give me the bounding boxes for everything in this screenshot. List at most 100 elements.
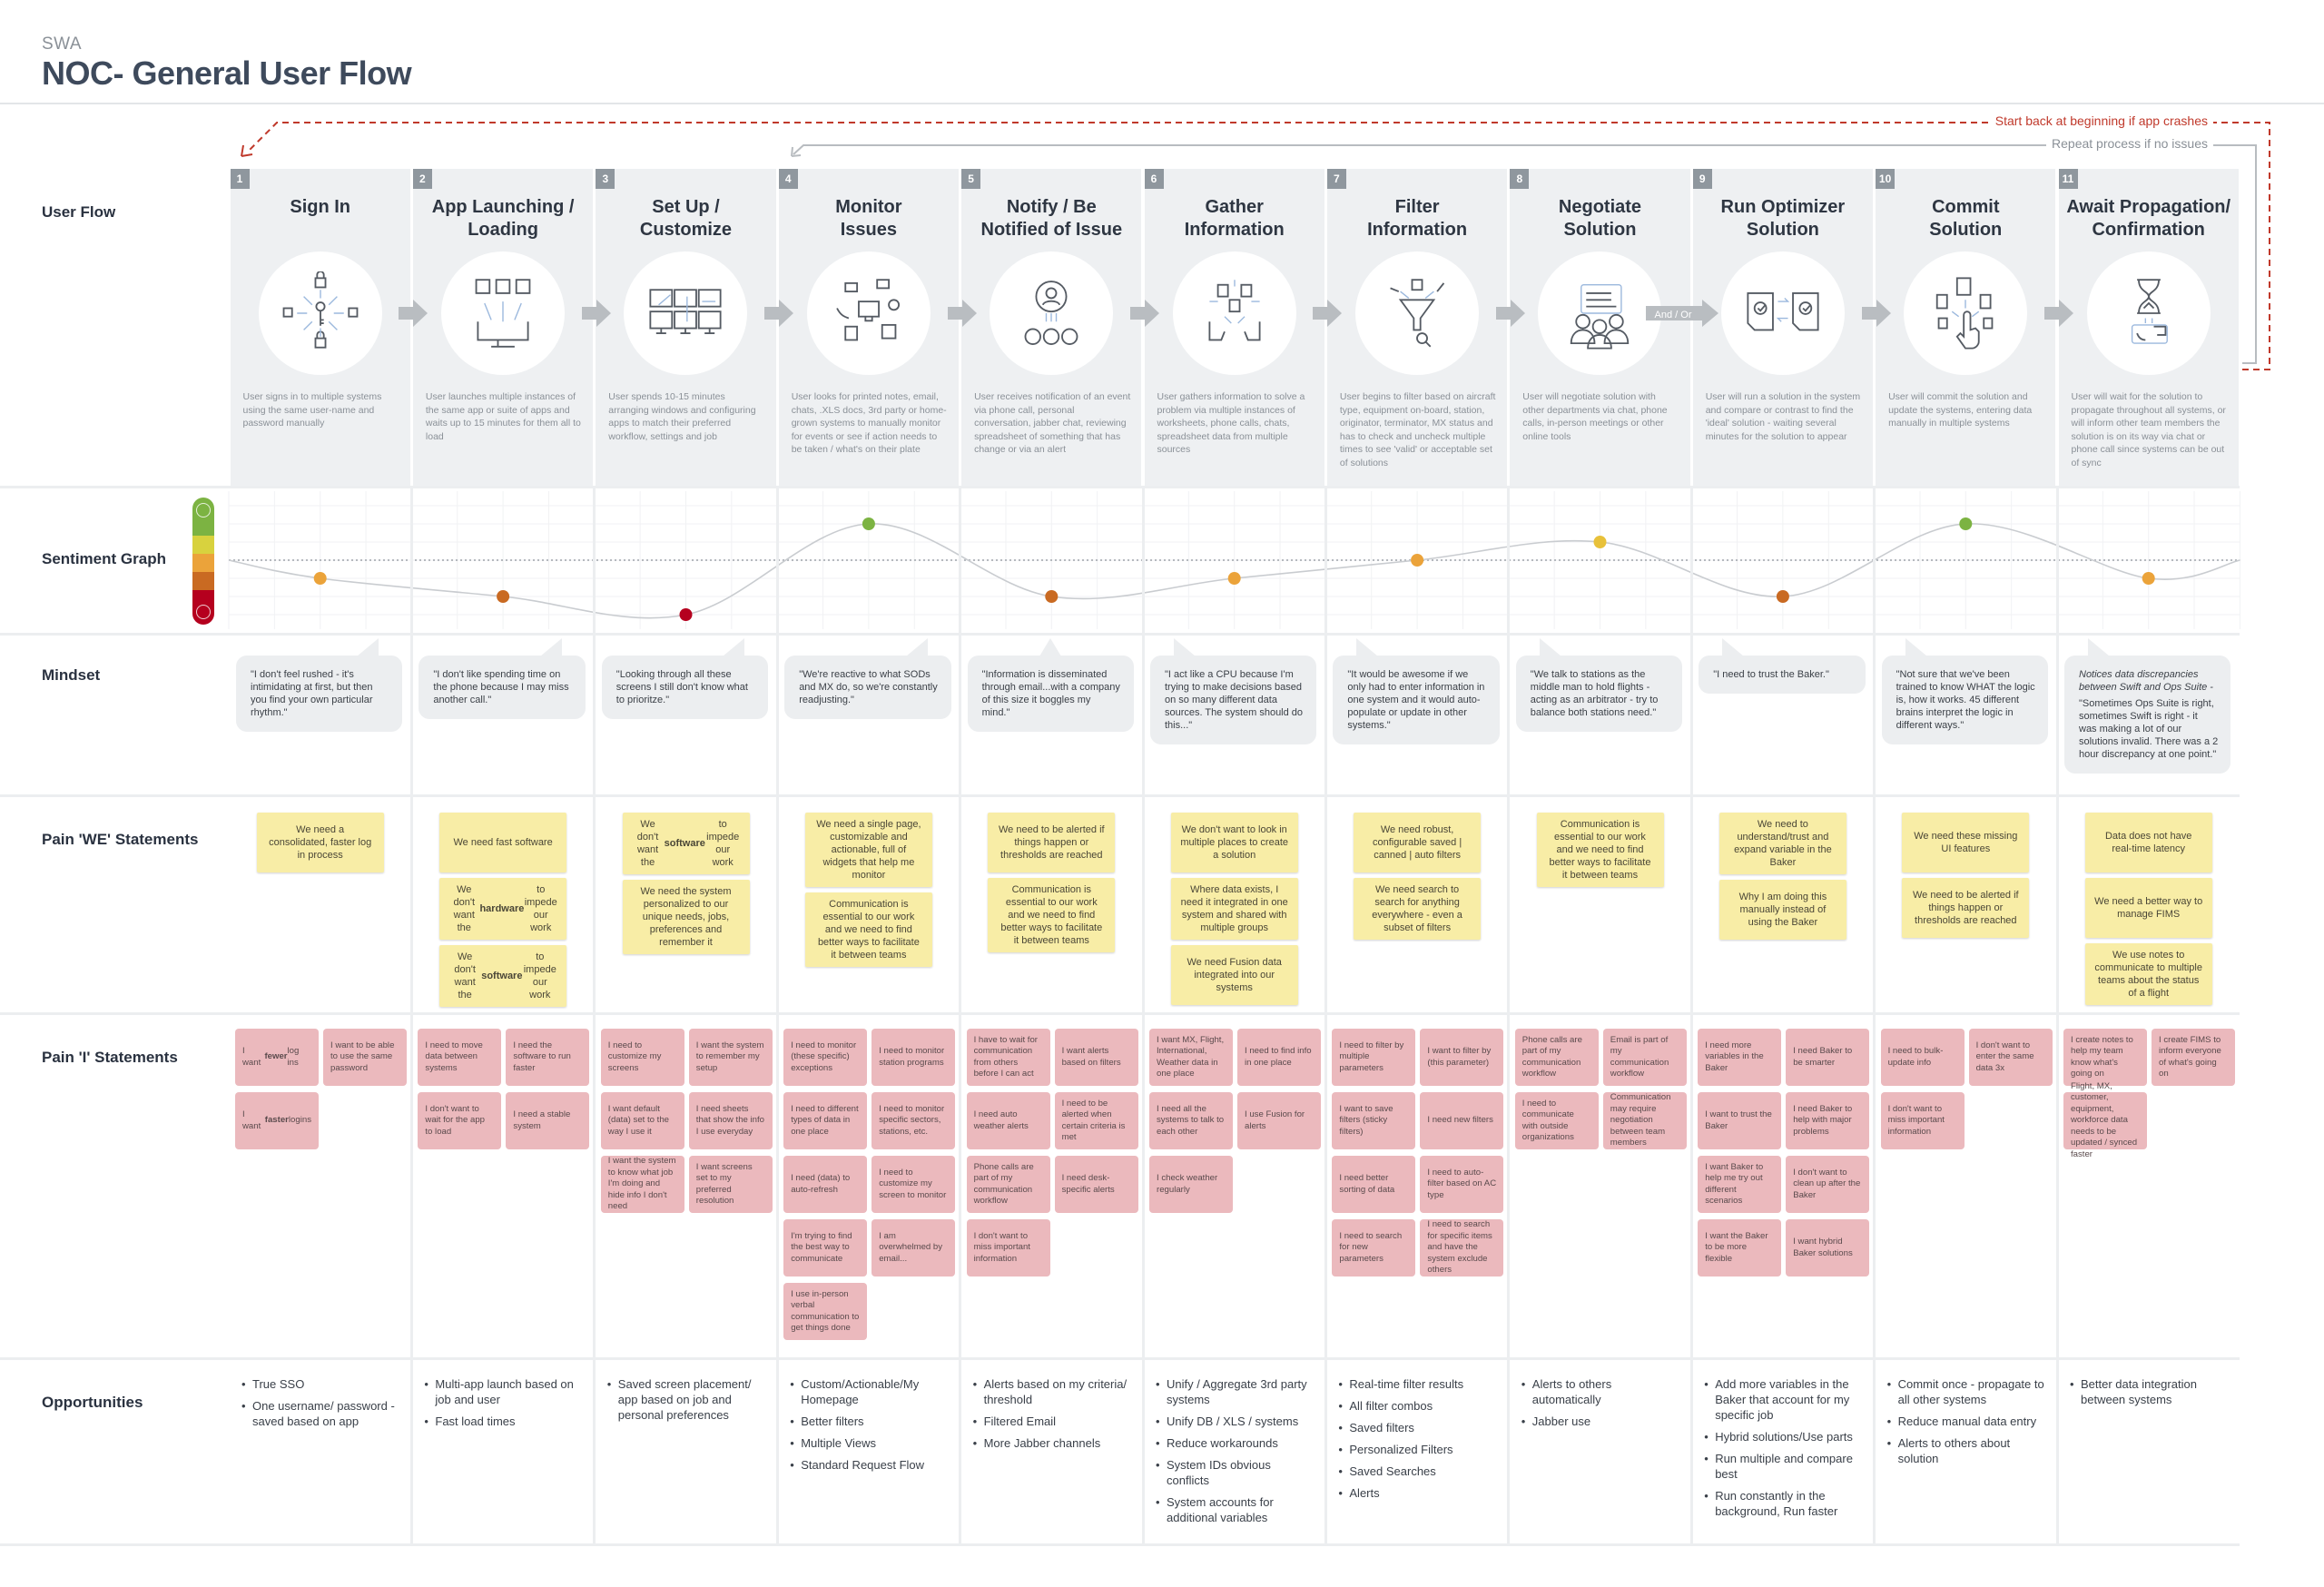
pain-we-note: We need fast software (439, 813, 567, 872)
pain-we-note: We need the system personalized to our u… (622, 880, 750, 954)
opportunities-list: Saved screen placement/ app based on job… (607, 1376, 766, 1429)
pain-i-note: I need Baker to be smarter (1786, 1029, 1870, 1086)
column-divider (1507, 488, 1511, 1543)
step-card: 11 Await Propagation/ Confirmation User wi… (2058, 169, 2239, 486)
column-divider (775, 488, 779, 1543)
flow-arrow-icon (2044, 300, 2073, 327)
bubble-tail (1356, 638, 1379, 656)
flow-arrow-icon (764, 300, 794, 327)
step-illustration (258, 251, 382, 375)
pain-i-note: I need to customize my screen to monitor (872, 1156, 956, 1213)
opportunity-item: Personalized Filters (1338, 1442, 1497, 1457)
pain-i-note: I want the system to know what job I'm d… (600, 1156, 684, 1213)
step-illustration (2086, 251, 2211, 375)
multi-monitor-icon (649, 289, 723, 334)
step-title: Negotiate Solution (1558, 197, 1642, 240)
pain-i-note: I create notes to help my team know what… (2063, 1029, 2147, 1086)
filter-funnel-icon (1390, 279, 1445, 348)
row-label-pain-we: Pain 'WE' Statements (42, 831, 199, 848)
step-number-badge: 8 (1510, 169, 1530, 189)
pain-i-note: I need to monitor (these specific) excep… (783, 1029, 868, 1086)
step-card: 9 Run Optimizer Solution User will run a s… (1692, 169, 1874, 486)
and-or-connector: And / Or (1646, 300, 1719, 327)
pain-we-note: We don't want the software to impede our… (622, 813, 750, 874)
pain-i-note: I want the Baker to be more flexible (1698, 1219, 1782, 1276)
pain-i-note: I want the system to remember my setup (688, 1029, 773, 1086)
opportunity-item: Real-time filter results (1338, 1376, 1497, 1392)
sentiment-point (1776, 590, 1789, 603)
bubble-tail (2088, 638, 2110, 656)
bubble-tail (1722, 638, 1745, 656)
mindset-quote: "Not sure that we've been trained to kno… (1896, 669, 2035, 731)
opportunity-item: Multiple Views (790, 1435, 949, 1451)
opportunity-item: Filtered Email (973, 1414, 1132, 1429)
opportunities-list: Alerts to others automatically Jabber use (1521, 1376, 1680, 1435)
step-card: 4 Monitor Issues User looks for printed no… (778, 169, 960, 486)
pain-we-note: We need Fusion data integrated into our … (1170, 945, 1298, 1005)
mindset-note: Notices data discrepancies between Swift… (2079, 669, 2213, 693)
bubble-tail (723, 638, 745, 656)
mindset-bubble: "We talk to stations as the middle man t… (1515, 638, 1683, 732)
opportunity-item: Hybrid solutions/Use parts (1704, 1429, 1863, 1444)
journey-map: SWA NOC- General User Flow Start back at… (0, 0, 2324, 1587)
pain-we-note: Communication is essential to our work a… (804, 892, 932, 967)
pain-we-note: Why I am doing this manually instead of … (1718, 880, 1846, 940)
flow-arrow-icon (1130, 300, 1159, 327)
opportunity-item: Alerts (1338, 1485, 1497, 1501)
bubble-tail (1905, 638, 1927, 656)
step-title: Sign In (290, 197, 351, 217)
step-card: 1 Sign In User signs in to multiple system… (230, 169, 410, 486)
mindset-quote: "We talk to stations as the middle man t… (1530, 669, 1659, 718)
pain-i-note: I use Fusion for alerts (1237, 1092, 1321, 1149)
pain-i-note: I need to move data between systems (418, 1029, 502, 1086)
pain-i-note: I don't want to miss important informati… (966, 1219, 1050, 1276)
step-number-badge: 11 (2058, 169, 2078, 189)
step-illustration (1720, 251, 1845, 375)
opportunities-list: Commit once - propagate to all other sys… (1887, 1376, 2046, 1473)
step-description: User will run a solution in the system a… (1705, 391, 1861, 442)
pain-i-note: I need to monitor specific sectors, stat… (872, 1092, 956, 1149)
pain-i-note: I need to customize my screens (600, 1029, 684, 1086)
notification-person-icon (1024, 281, 1078, 345)
step-card: 7 Filter Information User begins to filter… (1326, 169, 1508, 486)
pain-we-note: We need robust, configurable saved | can… (1354, 813, 1482, 872)
opportunity-item: Saved Searches (1338, 1464, 1497, 1479)
step-description: User receives notification of an event v… (974, 391, 1131, 455)
pain-we-note: We use notes to communicate to multiple … (2084, 943, 2212, 1005)
row-label-user-flow: User Flow (42, 203, 116, 221)
pain-we-note: Data does not have real-time latency (2084, 813, 2212, 872)
opportunity-item: System IDs obvious conflicts (1156, 1457, 1315, 1488)
mindset-bubble: "I don't feel rushed - it's intimidating… (236, 638, 403, 732)
emphasis: faster (264, 1115, 289, 1126)
step-number-badge: 5 (961, 169, 981, 189)
opportunities-list: Multi-app launch based on job and user Fa… (424, 1376, 583, 1435)
emphasis: fewer (264, 1051, 288, 1062)
row-divider (0, 1357, 2240, 1360)
step-number-badge: 3 (596, 169, 615, 189)
step-title: Gather Information (1184, 197, 1285, 240)
step-illustration (441, 251, 566, 375)
opportunity-item: True SSO (241, 1376, 400, 1392)
pain-i-note: Email is part of my communication workfl… (1602, 1029, 1687, 1086)
pain-i-note: I need to monitor station programs (872, 1029, 956, 1086)
crash-arrow-icon (241, 144, 253, 157)
mindset-quote: "It would be awesome if we only had to e… (1347, 669, 1485, 731)
pain-i-note: I want default (data) set to the way I u… (600, 1092, 684, 1149)
flow-arrow-icon (399, 300, 428, 327)
opportunities-list: Unify / Aggregate 3rd party systems Unify… (1156, 1376, 1315, 1532)
opportunity-item: Saved screen placement/ app based on job… (607, 1376, 766, 1423)
mindset-quote: "Information is disseminated through ema… (981, 669, 1120, 718)
step-illustration (990, 251, 1114, 375)
pain-we-note: We don't want the software to impede our… (439, 945, 567, 1007)
column-divider (2055, 488, 2059, 1543)
opportunity-item: Better data integration between systems (2070, 1376, 2229, 1407)
mindset-quote: "Sometimes Ops Suite is right, sometimes… (2079, 698, 2219, 760)
sentiment-point (1045, 590, 1059, 603)
opportunities-list: Custom/Actionable/My Homepage Better filt… (790, 1376, 949, 1479)
step-title: Run Optimizer Solution (1720, 197, 1846, 240)
step-title: Commit Solution (1929, 197, 2003, 240)
step-description: User signs in to multiple systems using … (242, 391, 382, 429)
pain-i-note: I need sheets that show the info I use e… (688, 1092, 773, 1149)
pain-i-note: I need to communicate with outside organ… (1514, 1092, 1599, 1149)
pain-i-note: I don't want to wait for the app to load (418, 1092, 502, 1149)
